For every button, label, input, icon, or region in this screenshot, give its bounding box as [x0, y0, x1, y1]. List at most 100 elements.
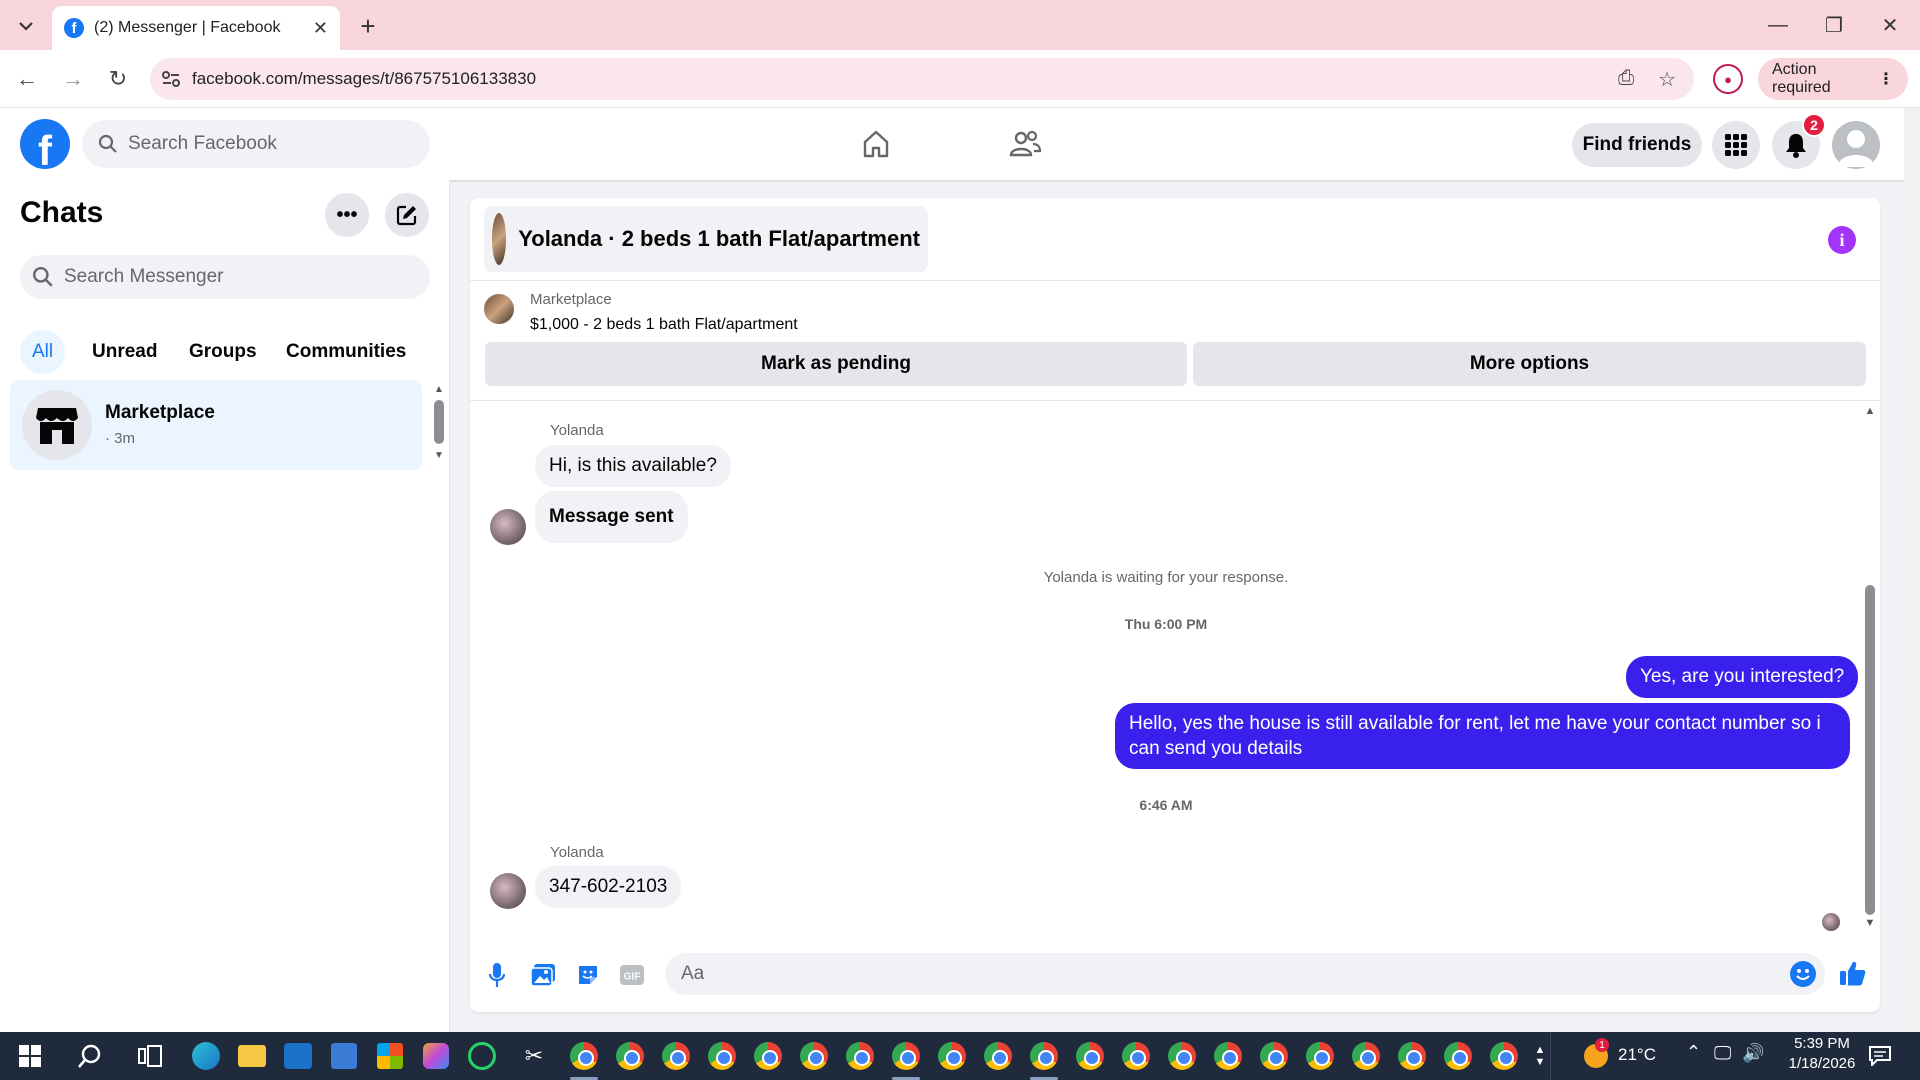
new-tab-button[interactable]: + [352, 10, 384, 42]
incoming-message[interactable]: Hi, is this available? [535, 445, 731, 487]
reload-button[interactable]: ↻ [101, 62, 135, 96]
notification-center-button[interactable] [1862, 1038, 1898, 1074]
edge-app[interactable] [188, 1038, 224, 1074]
listing-price-title[interactable]: $1,000 - 2 beds 1 bath Flat/apartment [530, 316, 798, 334]
taskbar-search-button[interactable] [72, 1038, 108, 1074]
volume-icon[interactable]: 🔊 [1742, 1043, 1764, 1064]
filter-communities[interactable]: Communities [274, 330, 418, 374]
send-like-button[interactable] [1838, 958, 1868, 988]
file-explorer-app[interactable] [234, 1038, 270, 1074]
chat-scroll-down-icon[interactable]: ▼ [432, 450, 446, 461]
chats-options-button[interactable]: ••• [325, 193, 369, 237]
nav-friends[interactable] [995, 122, 1055, 166]
chrome-window-5[interactable] [750, 1038, 786, 1074]
minimize-window-button[interactable]: — [1750, 0, 1806, 50]
browser-tab[interactable]: f (2) Messenger | Facebook ✕ [52, 6, 340, 50]
account-avatar[interactable] [1832, 121, 1880, 169]
chrome-window-16[interactable] [1256, 1038, 1292, 1074]
task-view-icon [138, 1045, 162, 1067]
yolanda-avatar[interactable] [490, 873, 526, 909]
filter-groups[interactable]: Groups [177, 330, 269, 374]
chrome-window-3[interactable] [658, 1038, 694, 1074]
sticker-button[interactable] [573, 960, 603, 990]
chrome-window-1[interactable] [566, 1038, 602, 1074]
chrome-window-10[interactable] [980, 1038, 1016, 1074]
weather-temperature[interactable]: 21°C [1618, 1045, 1656, 1065]
chrome-window-19[interactable] [1394, 1038, 1430, 1074]
chrome-window-12[interactable] [1072, 1038, 1108, 1074]
chrome-window-13[interactable] [1118, 1038, 1154, 1074]
emoji-icon[interactable] [1790, 961, 1816, 987]
page-scrollbar[interactable] [1904, 108, 1920, 1032]
tray-overflow-icon[interactable]: ⌃ [1686, 1042, 1701, 1063]
chrome-window-7[interactable] [842, 1038, 878, 1074]
calendar-app[interactable] [326, 1038, 362, 1074]
chat-list-scrollbar-thumb[interactable] [434, 400, 444, 444]
restore-window-button[interactable]: ❐ [1806, 0, 1862, 50]
start-button[interactable] [12, 1038, 48, 1074]
more-options-button[interactable]: More options [1193, 342, 1866, 386]
action-required-button[interactable]: Action required ⋮ [1758, 58, 1908, 100]
browser-profile-icon[interactable]: ● [1713, 64, 1743, 94]
tab-search-dropdown[interactable] [12, 12, 40, 40]
address-bar[interactable]: facebook.com/messages/t/867575106133830 … [150, 58, 1694, 100]
outgoing-message[interactable]: Yes, are you interested? [1626, 656, 1859, 698]
message-input[interactable]: Aa [665, 953, 1825, 995]
chrome-window-6[interactable] [796, 1038, 832, 1074]
browser-menu-icon[interactable]: ⋮ [1878, 69, 1894, 89]
chrome-window-8[interactable] [888, 1038, 924, 1074]
info-icon[interactable]: i [1828, 226, 1856, 254]
forward-button[interactable]: → [56, 62, 90, 96]
snipping-tool-app[interactable]: ✂ [516, 1038, 552, 1074]
chrome-window-11[interactable] [1026, 1038, 1062, 1074]
conversation-header[interactable]: Yolanda · 2 beds 1 bath Flat/apartment [484, 206, 928, 272]
messenger-search-input[interactable]: Search Messenger [20, 255, 430, 299]
voice-clip-button[interactable] [482, 960, 512, 990]
whatsapp-app[interactable] [464, 1038, 500, 1074]
incoming-message[interactable]: 347-602-2103 [535, 866, 682, 908]
chat-scroll-up-icon[interactable]: ▲ [432, 384, 446, 395]
chrome-window-21[interactable] [1486, 1038, 1522, 1074]
facebook-search-input[interactable]: Search Facebook [82, 120, 430, 168]
conversation-scroll-up-icon[interactable]: ▲ [1862, 405, 1878, 417]
copilot-app[interactable] [418, 1038, 454, 1074]
chrome-window-20[interactable] [1440, 1038, 1476, 1074]
taskbar-clock[interactable]: 5:39 PM 1/18/2026 [1787, 1035, 1857, 1072]
chrome-window-17[interactable] [1302, 1038, 1338, 1074]
network-icon[interactable]: 🖵 [1714, 1043, 1731, 1064]
site-info-icon[interactable] [150, 58, 192, 100]
install-app-icon[interactable]: ⎙ [1618, 67, 1634, 92]
chrome-window-4[interactable] [704, 1038, 740, 1074]
outgoing-message[interactable]: Hello, yes the house is still available … [1115, 703, 1850, 769]
chrome-window-14[interactable] [1164, 1038, 1200, 1074]
chrome-window-18[interactable] [1348, 1038, 1384, 1074]
filter-all[interactable]: All [20, 330, 66, 374]
back-button[interactable]: ← [10, 62, 44, 96]
menu-button[interactable] [1712, 121, 1760, 169]
taskbar-overflow-arrows[interactable]: ▲ ▼ [1530, 1038, 1550, 1074]
gif-button[interactable]: GIF [617, 960, 647, 990]
close-window-button[interactable]: ✕ [1862, 0, 1918, 50]
yolanda-avatar[interactable] [490, 509, 526, 545]
close-tab-icon[interactable]: ✕ [313, 18, 328, 39]
photo-icon [530, 964, 555, 987]
task-view-button[interactable] [132, 1038, 168, 1074]
attach-photo-button[interactable] [528, 960, 558, 990]
outlook-app[interactable] [280, 1038, 316, 1074]
chrome-window-2[interactable] [612, 1038, 648, 1074]
filter-unread[interactable]: Unread [80, 330, 169, 374]
new-message-button[interactable] [385, 193, 429, 237]
chats-panel [0, 180, 450, 1032]
store-app[interactable] [372, 1038, 408, 1074]
facebook-logo-icon[interactable]: f [20, 119, 70, 169]
chrome-window-9[interactable] [934, 1038, 970, 1074]
conversation-scrollbar-thumb[interactable] [1865, 585, 1875, 915]
find-friends-button[interactable]: Find friends [1572, 123, 1702, 167]
bookmark-star-icon[interactable]: ☆ [1658, 67, 1676, 92]
nav-home[interactable] [846, 122, 906, 166]
mark-as-pending-button[interactable]: Mark as pending [485, 342, 1187, 386]
conversation-scroll-down-icon[interactable]: ▼ [1862, 917, 1878, 929]
incoming-message[interactable]: Message sent [535, 491, 688, 543]
message-input-placeholder: Aa [681, 963, 705, 984]
chrome-window-15[interactable] [1210, 1038, 1246, 1074]
